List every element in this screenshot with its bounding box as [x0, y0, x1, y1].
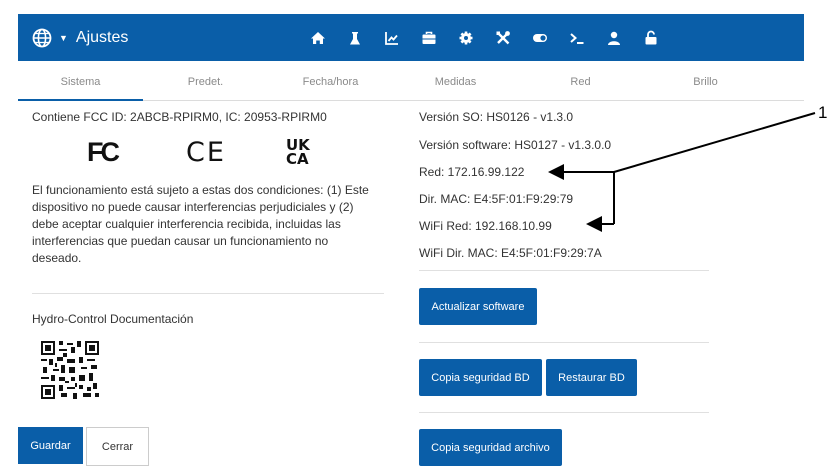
home-icon	[311, 32, 325, 44]
save-button[interactable]: Guardar	[18, 427, 83, 464]
home-button[interactable]	[308, 28, 328, 48]
tab-fecha-hora[interactable]: Fecha/hora	[268, 64, 393, 100]
ce-logo: CE	[186, 137, 226, 168]
ukca-logo: UK CA	[286, 136, 310, 168]
divider	[419, 342, 709, 343]
unlock-button[interactable]	[641, 28, 661, 48]
tab-medidas[interactable]: Medidas	[393, 64, 518, 100]
tools-button[interactable]	[493, 28, 513, 48]
terminal-button[interactable]	[567, 28, 587, 48]
user-icon	[608, 31, 620, 45]
mac-address-text: Dir. MAC: E4:5F:01:F9:29:79	[419, 192, 574, 206]
divider	[419, 412, 709, 413]
fcc-id-text: Contiene FCC ID: 2ABCB-RPIRM0, IC: 20953…	[32, 110, 327, 124]
toolbox-button[interactable]	[419, 28, 439, 48]
tab-predet[interactable]: Predet.	[143, 64, 268, 100]
tools-icon	[496, 31, 510, 45]
documentation-title: Hydro-Control Documentación	[32, 312, 194, 326]
top-navbar: ▼ Ajustes	[18, 14, 804, 61]
settings-menu-button[interactable]: ▼ Ajustes	[32, 14, 128, 61]
backup-db-button[interactable]: Copia seguridad BD	[419, 359, 542, 396]
chart-icon	[385, 32, 398, 45]
unlock-icon	[645, 30, 657, 45]
toggle-button[interactable]	[530, 28, 550, 48]
annotation-number: 1	[818, 103, 828, 122]
chevron-down-icon: ▼	[59, 32, 68, 43]
tab-sistema[interactable]: Sistema	[18, 64, 143, 101]
toolbox-icon	[422, 31, 436, 44]
divider	[419, 270, 709, 271]
chart-button[interactable]	[382, 28, 402, 48]
ip-address-text: Red: 172.16.99.122	[419, 165, 525, 179]
divider	[32, 293, 384, 294]
globe-icon	[32, 28, 52, 47]
tab-brillo[interactable]: Brillo	[643, 64, 768, 100]
restore-db-button[interactable]: Restaurar BD	[546, 359, 637, 396]
software-version-text: Versión software: HS0127 - v1.3.0.0	[419, 138, 612, 152]
close-button[interactable]: Cerrar	[86, 427, 149, 466]
backup-file-button[interactable]: Copia seguridad archivo	[419, 429, 562, 466]
lab-button[interactable]	[345, 28, 365, 48]
terminal-icon	[570, 33, 584, 44]
app-title: Ajustes	[75, 28, 129, 46]
update-software-button[interactable]: Actualizar software	[419, 288, 537, 325]
toggle-icon	[533, 34, 547, 42]
fcc-conditions-text: El funcionamiento está sujeto a estas do…	[32, 183, 369, 265]
user-button[interactable]	[604, 28, 624, 48]
annotation-leader-line	[613, 112, 816, 173]
settings-button[interactable]	[456, 28, 476, 48]
fc-logo: FC	[87, 137, 120, 167]
wifi-ip-address-text: WiFi Red: 192.168.10.99	[419, 219, 552, 233]
wifi-mac-address-text: WiFi Dir. MAC: E4:5F:01:F9:29:7A	[419, 246, 602, 260]
tab-red[interactable]: Red	[518, 64, 643, 100]
gear-icon	[459, 31, 473, 45]
so-version-text: Versión SO: HS0126 - v1.3.0	[419, 110, 574, 124]
certification-logos: FC CE UK CA	[74, 137, 314, 173]
settings-tabs: Sistema Predet. Fecha/hora Medidas Red B…	[18, 64, 804, 101]
flask-icon	[350, 32, 360, 45]
qr-code[interactable]	[41, 341, 99, 399]
